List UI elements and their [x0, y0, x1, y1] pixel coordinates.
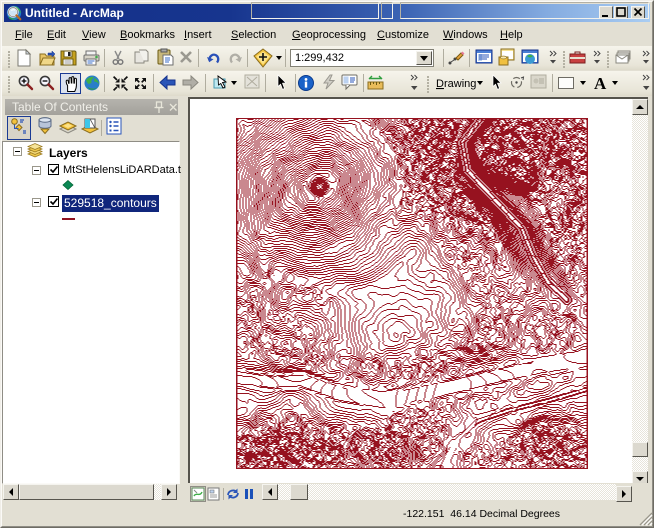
- svg-text:rawing: rawing: [444, 78, 476, 90]
- svg-text:D: D: [436, 78, 444, 90]
- svg-text:A: A: [594, 74, 607, 93]
